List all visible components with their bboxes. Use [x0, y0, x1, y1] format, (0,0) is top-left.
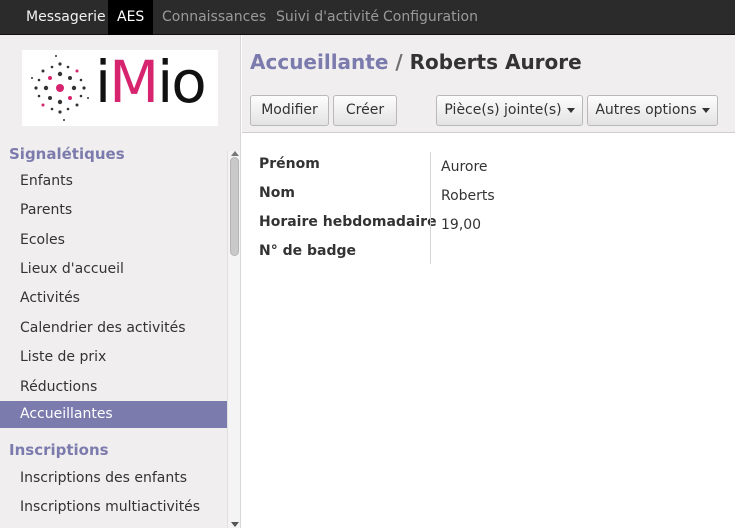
sidebar-item-activites[interactable]: Activités [0, 285, 227, 312]
value-nom: Roberts [441, 188, 495, 204]
caret-down-icon [701, 107, 710, 113]
sidebar-item-calendrier[interactable]: Calendrier des activités [0, 315, 227, 342]
scroll-up-arrow-icon[interactable] [231, 151, 239, 156]
logo-starburst-icon [31, 55, 89, 121]
menu-connaissances[interactable]: Connaissances [153, 0, 275, 35]
label-nom: Nom [259, 185, 295, 201]
sidebar-item-accueillantes[interactable]: Accueillantes [0, 401, 227, 428]
edit-button[interactable]: Modifier [250, 95, 329, 126]
sidebar-item-liste-prix[interactable]: Liste de prix [0, 344, 227, 371]
company-logo[interactable]: iMio [22, 48, 218, 126]
menu-messagerie[interactable]: Messagerie [17, 0, 115, 35]
top-menu-bar: Messagerie AES Connaissances Suivi d'act… [0, 0, 735, 35]
more-options-label: Autres options [595, 102, 697, 118]
breadcrumb-current: Roberts Aurore [409, 50, 582, 74]
menu-configuration[interactable]: Configuration [374, 0, 487, 35]
sidebar-item-lieux-accueil[interactable]: Lieux d'accueil [0, 256, 227, 283]
breadcrumb-parent-link[interactable]: Accueillante [250, 50, 388, 74]
breadcrumb-separator: / [388, 50, 410, 74]
sidebar-item-inscriptions-multiactivites[interactable]: Inscriptions multiactivités [0, 494, 227, 521]
control-panel: Accueillante / Roberts Aurore Modifier C… [242, 35, 735, 133]
sidebar-item-enfants[interactable]: Enfants [0, 168, 227, 195]
field-divider [430, 152, 431, 264]
logo-wordmark: iMio [95, 48, 207, 116]
sidebar-item-reductions[interactable]: Réductions [0, 374, 227, 401]
sidebar-scrollbar[interactable] [227, 151, 240, 528]
sidebar-item-parents[interactable]: Parents [0, 197, 227, 224]
value-horaire-hebdomadaire: 19,00 [441, 217, 482, 233]
caret-down-icon [566, 107, 575, 113]
section-inscriptions: Inscriptions [9, 441, 109, 459]
label-numero-badge: N° de badge [259, 243, 356, 259]
sidebar: iMio Signalétiques Enfants Parents Ecole… [0, 35, 241, 528]
scrollbar-thumb[interactable] [230, 157, 239, 256]
attachments-label: Pièce(s) jointe(s) [444, 102, 562, 118]
value-prenom: Aurore [441, 159, 488, 175]
scroll-down-arrow-icon[interactable] [231, 522, 239, 527]
section-signaletiques: Signalétiques [9, 145, 125, 163]
attachments-dropdown[interactable]: Pièce(s) jointe(s) [436, 95, 583, 126]
label-horaire-hebdomadaire: Horaire hebdomadaire [259, 214, 437, 230]
create-button[interactable]: Créer [333, 95, 397, 126]
sidebar-item-inscriptions-enfants[interactable]: Inscriptions des enfants [0, 465, 227, 492]
form-sheet: Prénom Nom Horaire hebdomadaire N° de ba… [242, 134, 735, 528]
sidebar-item-ecoles[interactable]: Ecoles [0, 227, 227, 254]
menu-aes[interactable]: AES [108, 0, 154, 35]
breadcrumb: Accueillante / Roberts Aurore [250, 50, 582, 74]
label-prenom: Prénom [259, 156, 320, 172]
menu-suivi-activite[interactable]: Suivi d'activité [267, 0, 388, 35]
more-options-dropdown[interactable]: Autres options [587, 95, 718, 126]
